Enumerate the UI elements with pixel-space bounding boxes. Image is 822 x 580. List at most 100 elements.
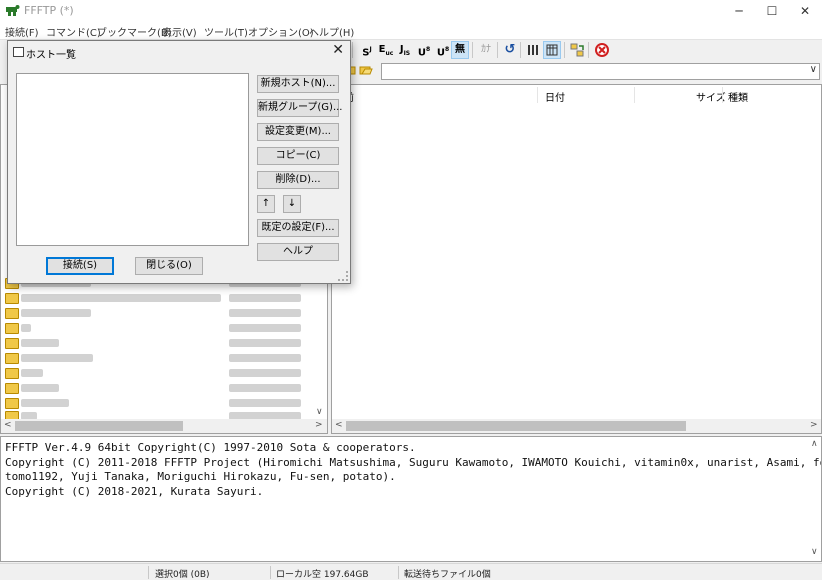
redacted-name — [21, 354, 93, 362]
list-item[interactable] — [5, 306, 305, 321]
utf8-bom-label: U — [436, 47, 445, 59]
utf8-icon[interactable]: U8 — [415, 41, 433, 59]
folder-icon — [5, 368, 19, 379]
log-line: FFFTP Ver.4.9 64bit Copyright(C) 1997-20… — [5, 441, 416, 454]
scroll-right-icon[interactable]: > — [315, 420, 323, 430]
toolbar-separator — [520, 42, 521, 58]
status-separator — [270, 566, 271, 579]
maximize-button[interactable]: ☐ — [755, 0, 789, 22]
sync-folders-icon[interactable] — [568, 41, 586, 59]
close-icon[interactable]: ✕ — [332, 42, 344, 58]
remote-path-combo[interactable]: ∨ — [381, 63, 820, 80]
scroll-down-icon[interactable]: ∨ — [811, 547, 818, 557]
log-panel[interactable]: FFFTP Ver.4.9 64bit Copyright(C) 1997-20… — [0, 436, 822, 562]
menu-tools[interactable]: ツール(T) — [204, 24, 248, 39]
list-item[interactable] — [5, 336, 305, 351]
menu-connect[interactable]: 接続(F) — [5, 24, 39, 39]
scroll-right-icon[interactable]: > — [810, 420, 818, 430]
redacted-date — [229, 294, 301, 302]
kana-label: ｶﾅ — [481, 44, 491, 55]
redacted-date — [229, 339, 301, 347]
scroll-left-icon[interactable]: < — [4, 420, 12, 430]
scroll-left-icon[interactable]: < — [335, 420, 343, 430]
folder-icon — [5, 308, 19, 319]
edit-settings-button[interactable]: 設定変更(M)... — [257, 123, 339, 141]
status-selection: 選択0個 (0B) — [155, 570, 210, 580]
host-list-box[interactable] — [16, 73, 249, 246]
redacted-name — [21, 399, 69, 407]
scroll-up-icon[interactable]: ∧ — [811, 439, 818, 449]
scrollbar-thumb[interactable] — [346, 421, 686, 431]
open-folder-icon[interactable] — [359, 64, 373, 76]
refresh-icon[interactable]: ↺ — [501, 41, 519, 59]
menu-command[interactable]: コマンド(C) — [46, 24, 101, 39]
redacted-name — [21, 324, 31, 332]
euc-icon[interactable]: Euc — [377, 41, 395, 59]
list-item[interactable] — [5, 291, 305, 306]
list-item[interactable] — [5, 351, 305, 366]
redacted-date — [229, 384, 301, 392]
status-queue: 転送待ちファイル0個 — [404, 570, 491, 580]
folder-icon — [5, 293, 19, 304]
list-view-icon[interactable] — [525, 41, 543, 59]
redacted-name — [21, 339, 59, 347]
scroll-down-icon[interactable]: ∨ — [316, 407, 323, 417]
close-window-button[interactable]: ✕ — [788, 0, 822, 22]
stop-icon[interactable] — [593, 41, 611, 59]
host-list-dialog: ホスト一覧 ✕ 新規ホスト(N)... 新規グループ(G)... 設定変更(M)… — [7, 40, 351, 284]
log-line: Copyright (C) 2018-2021, Kurata Sayuri. — [5, 484, 264, 498]
kana-icon[interactable]: ｶﾅ — [477, 41, 495, 59]
dialog-title: ホスト一覧 — [26, 50, 76, 61]
delete-button[interactable]: 削除(D)... — [257, 171, 339, 189]
help-button[interactable]: ヘルプ — [257, 243, 339, 261]
column-header-date[interactable]: 日付 — [545, 89, 565, 104]
default-settings-button[interactable]: 既定の設定(F)... — [257, 219, 339, 237]
folder-icon — [5, 338, 19, 349]
status-separator — [398, 566, 399, 579]
minimize-button[interactable]: ─ — [722, 0, 756, 22]
status-bar: 選択0個 (0B) ローカル空 197.64GB 転送待ちファイル0個 — [0, 563, 822, 580]
list-item[interactable] — [5, 366, 305, 381]
utf8-bom-icon[interactable]: U8 — [434, 41, 452, 59]
remote-horizontal-scrollbar[interactable]: < > — [332, 419, 821, 433]
toolbar-separator — [352, 42, 353, 58]
local-horizontal-scrollbar[interactable]: < > — [1, 419, 327, 433]
redacted-date — [229, 354, 301, 362]
move-down-button[interactable]: ↓ — [283, 195, 301, 213]
status-separator — [148, 566, 149, 579]
no-convert-icon[interactable]: 無 — [451, 41, 469, 59]
chevron-down-icon[interactable]: ∨ — [810, 64, 817, 75]
folder-icon — [5, 383, 19, 394]
new-host-button[interactable]: 新規ホスト(N)... — [257, 75, 339, 93]
redacted-name — [21, 369, 43, 377]
connect-button[interactable]: 接続(S) — [46, 257, 114, 275]
title-bar: FFFTP (*) ─ ☐ ✕ — [0, 0, 822, 22]
new-group-button[interactable]: 新規グループ(G)... — [257, 99, 343, 117]
column-divider[interactable] — [634, 87, 635, 103]
remote-file-list[interactable]: 前 日付 サイズ 種類 < > — [331, 84, 822, 434]
folder-icon — [5, 398, 19, 409]
menu-bookmark[interactable]: ブックマーク(B) — [97, 24, 172, 39]
copy-button[interactable]: コピー(C) — [257, 147, 339, 165]
utf8-label: U — [417, 47, 426, 59]
sjis-icon[interactable]: SJ — [358, 41, 376, 59]
jis-icon[interactable]: JIS — [396, 41, 414, 59]
column-divider[interactable] — [722, 87, 723, 103]
column-divider[interactable] — [537, 87, 538, 103]
toolbar-separator — [497, 42, 498, 58]
list-item[interactable] — [5, 321, 305, 336]
column-header-type[interactable]: 種類 — [728, 89, 748, 104]
redacted-name — [21, 294, 221, 302]
move-up-button[interactable]: ↑ — [257, 195, 275, 213]
scrollbar-thumb[interactable] — [15, 421, 183, 431]
list-item[interactable] — [5, 381, 305, 396]
menu-options[interactable]: オプション(O) — [248, 24, 314, 39]
detail-view-icon[interactable] — [543, 41, 561, 59]
dialog-window-icon — [13, 47, 24, 57]
menu-help[interactable]: ヘルプ(H) — [309, 24, 354, 39]
close-button[interactable]: 閉じる(O) — [135, 257, 203, 275]
menu-view[interactable]: 表示(V) — [162, 24, 197, 39]
redacted-date — [229, 324, 301, 332]
resize-grip[interactable] — [338, 271, 348, 281]
redacted-name — [21, 309, 91, 317]
